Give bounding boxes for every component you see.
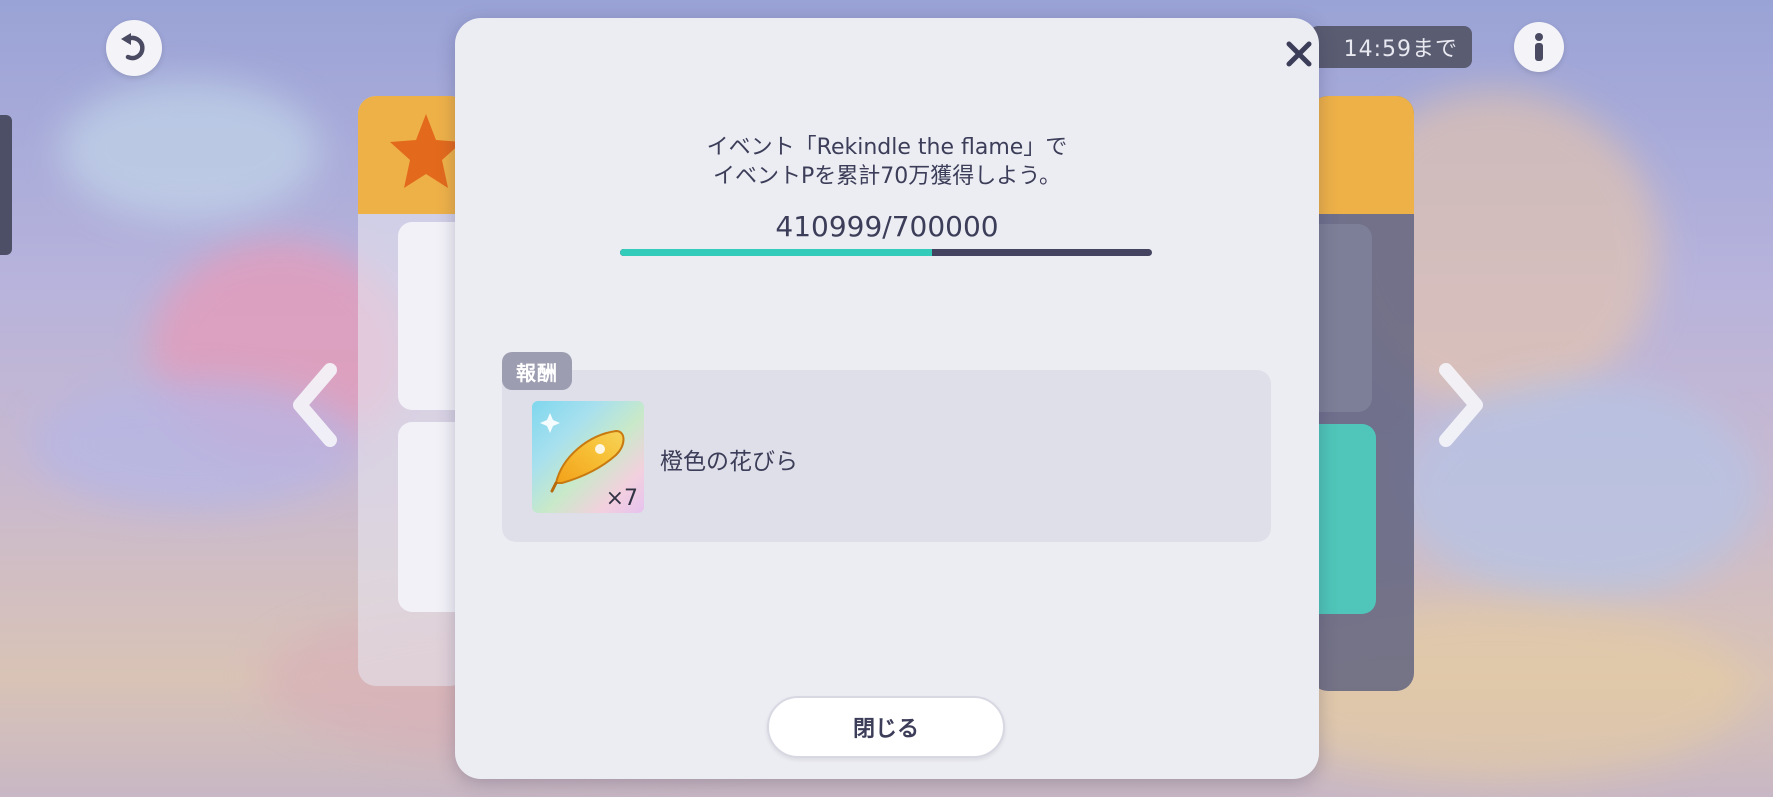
chevron-right-icon[interactable] [1430, 360, 1490, 450]
mission-description: イベント「Rekindle the flame」で イベントPを累計70万獲得し… [455, 133, 1319, 191]
mission-line-1: イベント「Rekindle the flame」で [706, 135, 1068, 160]
side-tab[interactable] [0, 115, 12, 255]
close-x-button[interactable] [1273, 28, 1325, 80]
star-icon [390, 114, 462, 188]
next-mission-header [1310, 96, 1414, 214]
prev-mission-header [358, 96, 468, 214]
back-arrow-icon [121, 33, 145, 61]
mission-line-2: イベントPを累計70万獲得しよう。 [713, 164, 1061, 189]
reward-item-count: ×7 [605, 486, 638, 511]
event-timer-badge: 14:59まで [1310, 26, 1472, 68]
back-button[interactable] [106, 20, 162, 76]
event-timer-text: 14:59まで [1343, 37, 1458, 62]
progress-value: 410999/700000 [775, 210, 999, 243]
chevron-left-icon[interactable] [286, 360, 346, 450]
mission-detail-dialog: イベント「Rekindle the flame」で イベントPを累計70万獲得し… [455, 18, 1319, 779]
reward-item-name: 橙色の花びら [660, 449, 798, 475]
reward-tag: 報酬 [502, 352, 572, 390]
progress-bar-fill [620, 249, 933, 256]
close-button[interactable]: 閉じる [767, 696, 1005, 758]
next-mission-card [1310, 424, 1376, 614]
info-icon [1535, 33, 1543, 61]
bg-decoration [60, 80, 320, 220]
reward-item-thumbnail[interactable]: ×7 [532, 401, 644, 513]
close-icon [1286, 41, 1312, 67]
next-mission-card [1310, 224, 1372, 412]
info-button[interactable] [1514, 22, 1564, 72]
progress-bar [620, 249, 1152, 256]
